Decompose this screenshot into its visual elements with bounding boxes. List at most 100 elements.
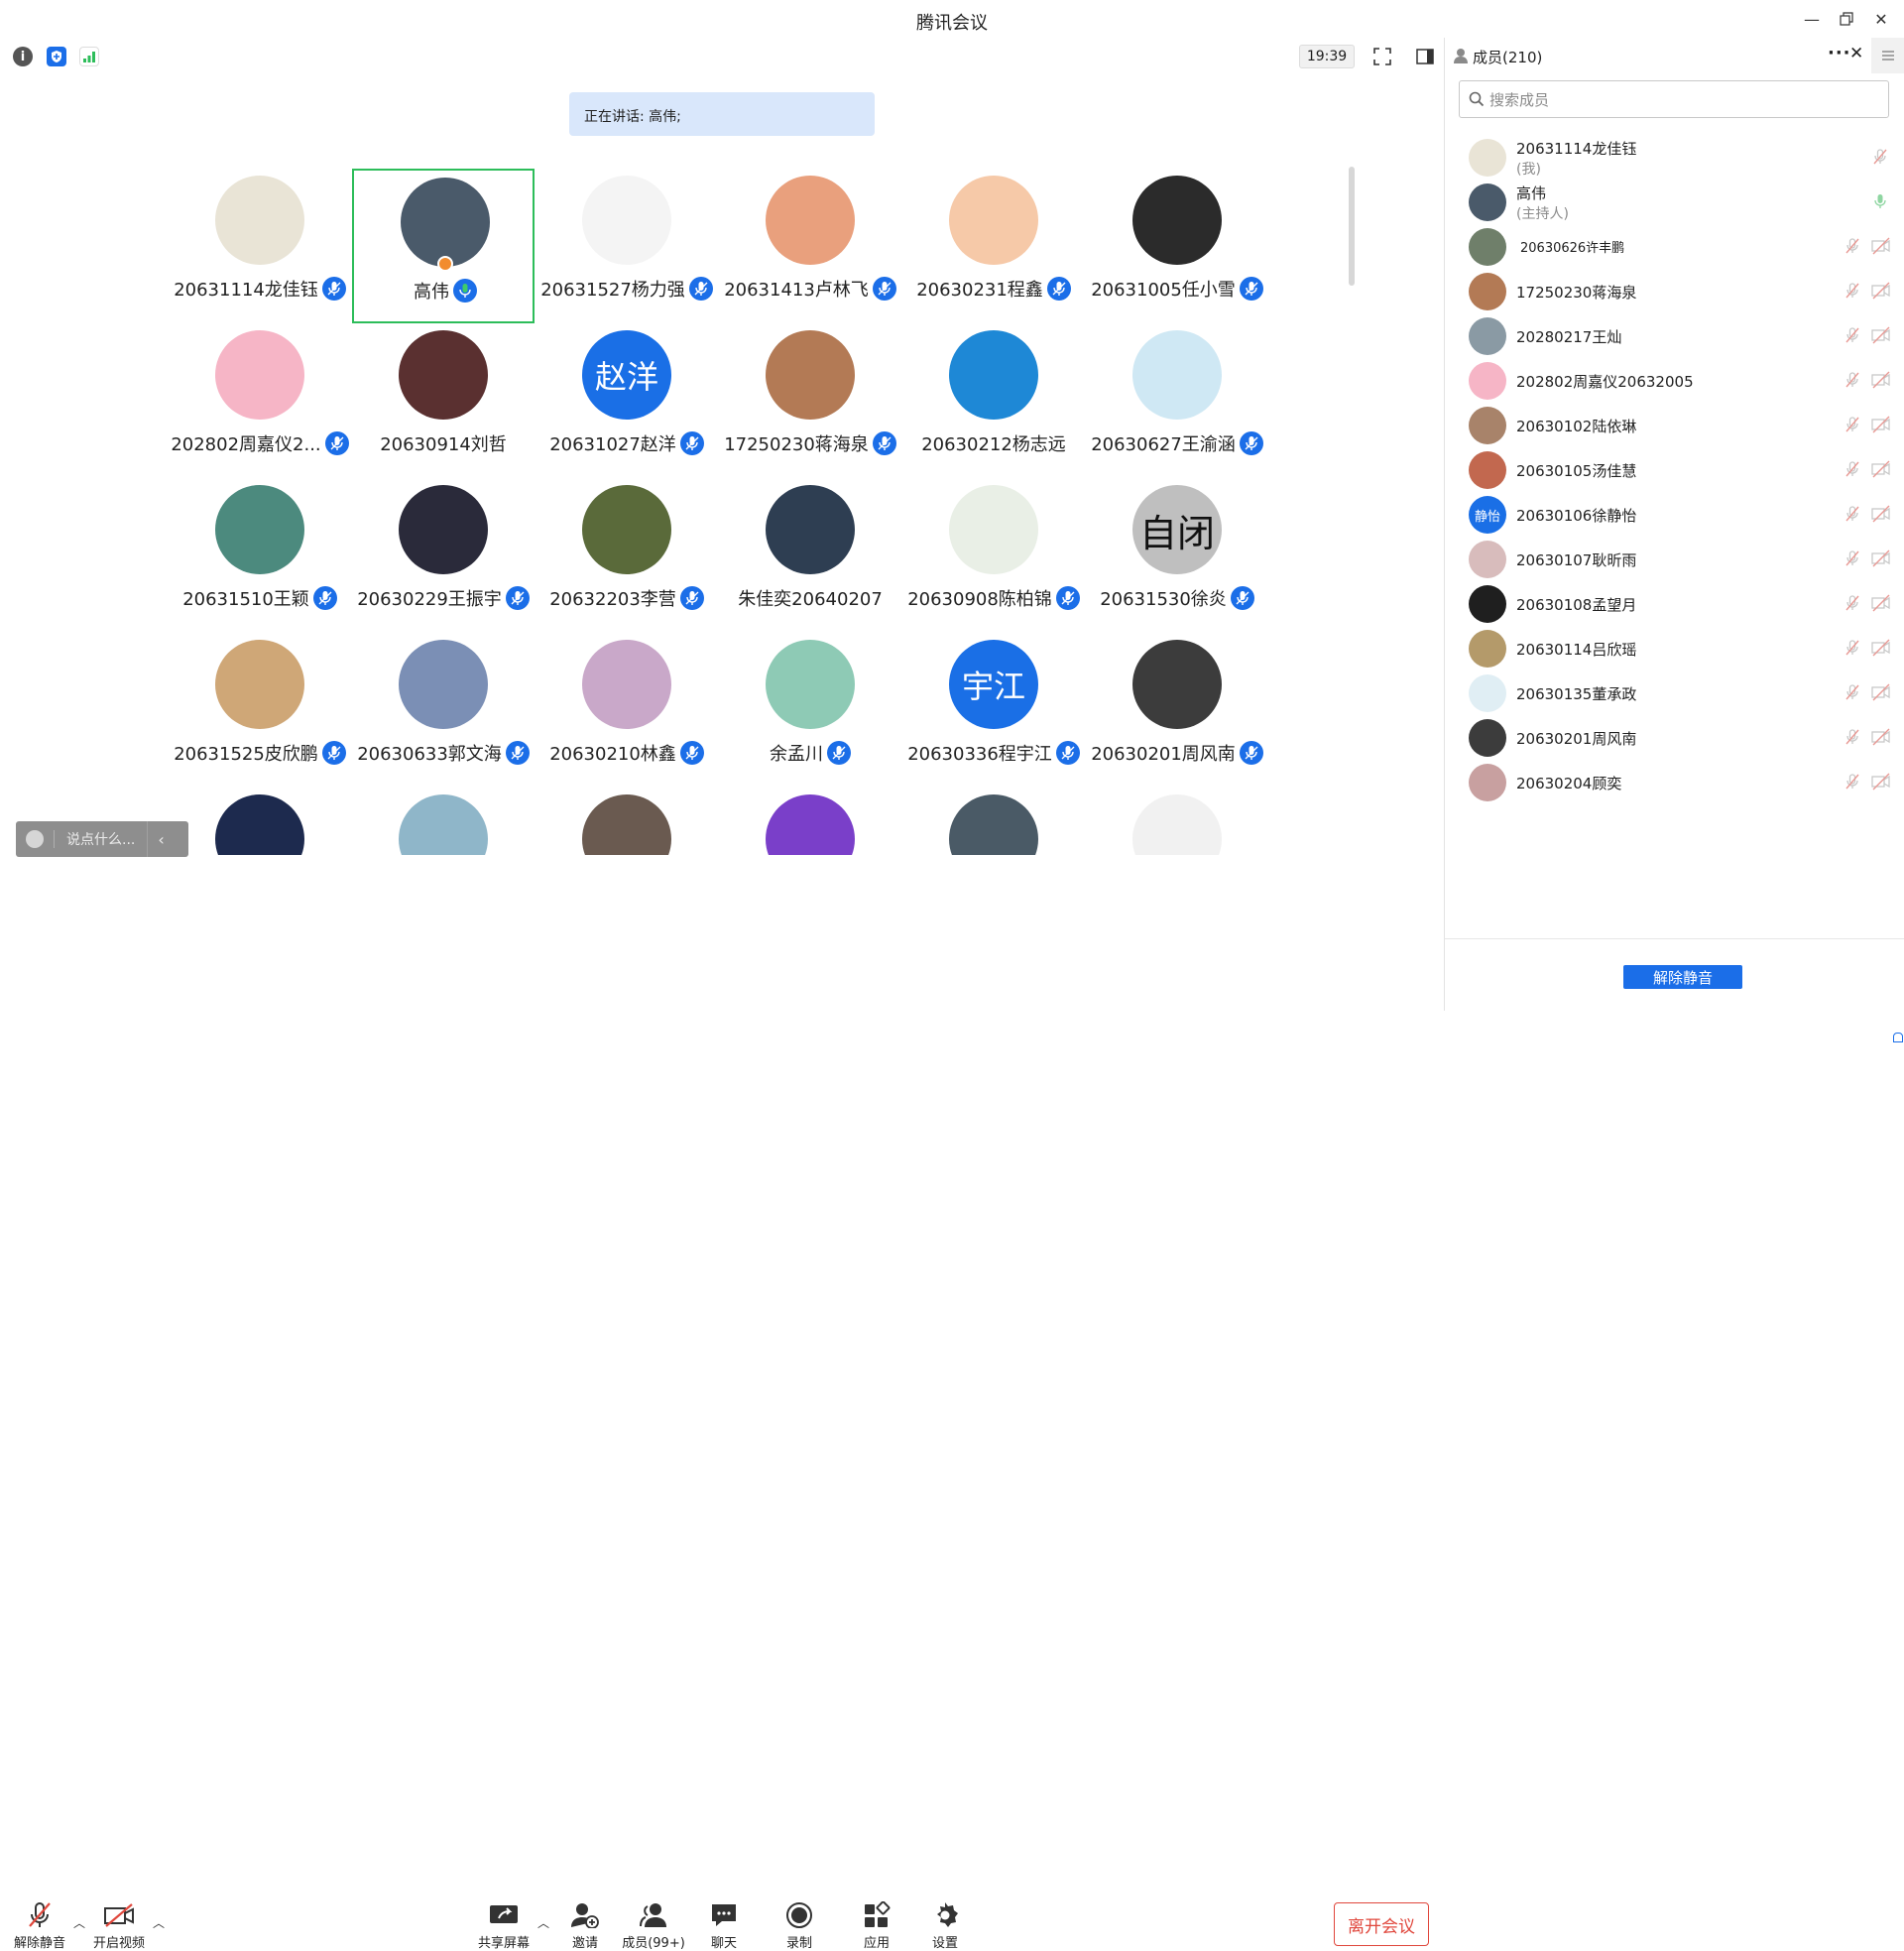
share-options-chevron-icon[interactable]: ︿ bbox=[537, 1914, 549, 1931]
camera-off-icon[interactable] bbox=[1871, 416, 1891, 435]
video-options-chevron-icon[interactable]: ︿ bbox=[153, 1914, 165, 1931]
camera-off-icon[interactable] bbox=[1871, 282, 1891, 302]
participant-name-text: 20631530徐炎 bbox=[1100, 589, 1227, 610]
mic-muted-icon[interactable] bbox=[1844, 594, 1863, 614]
members-button[interactable]: 成员(99+) bbox=[619, 1900, 688, 1951]
participant-tile[interactable]: 20630201周风南 bbox=[1086, 633, 1268, 788]
participant-tile[interactable] bbox=[169, 788, 351, 855]
grid-scrollbar[interactable] bbox=[1349, 167, 1355, 286]
participant-tile[interactable]: 20631005任小雪 bbox=[1086, 169, 1268, 323]
layout-icon[interactable] bbox=[1414, 46, 1436, 67]
camera-off-icon[interactable] bbox=[1871, 237, 1891, 257]
mic-muted-icon[interactable] bbox=[1871, 148, 1891, 168]
participant-tile[interactable]: 20631413卢林飞 bbox=[719, 169, 901, 323]
participant-name-text: 朱佳奕20640207 bbox=[738, 589, 883, 610]
unmute-button[interactable]: 解除静音 bbox=[10, 1900, 69, 1951]
participant-tile[interactable] bbox=[719, 788, 901, 855]
participant-tile[interactable] bbox=[1086, 788, 1268, 855]
close-icon[interactable]: ✕ bbox=[1869, 8, 1893, 30]
member-name: 20630114吕欣瑶 bbox=[1516, 641, 1637, 659]
camera-off-icon[interactable] bbox=[1871, 683, 1891, 703]
participant-tile[interactable]: 20630908陈柏锦 bbox=[902, 478, 1085, 633]
chat-input[interactable]: 说点什么... ‹ bbox=[16, 821, 188, 857]
participant-tile[interactable]: 20631525皮欣鹏 bbox=[169, 633, 351, 788]
camera-off-icon[interactable] bbox=[1871, 505, 1891, 525]
participant-tile[interactable]: 高伟 bbox=[352, 169, 535, 323]
mic-muted-icon[interactable] bbox=[1844, 683, 1863, 703]
mic-muted-icon[interactable] bbox=[1844, 728, 1863, 748]
participant-tile[interactable] bbox=[902, 788, 1085, 855]
participant-tile[interactable]: 202802周嘉仪2... bbox=[169, 323, 351, 478]
fullscreen-icon[interactable] bbox=[1371, 46, 1393, 67]
participant-tile[interactable]: 朱佳奕20640207 bbox=[719, 478, 901, 633]
shield-icon[interactable] bbox=[47, 47, 66, 66]
camera-off-icon[interactable] bbox=[1871, 549, 1891, 569]
participant-tile[interactable]: 20631510王颖 bbox=[169, 478, 351, 633]
mic-muted-icon[interactable] bbox=[1844, 460, 1863, 480]
participant-tile[interactable]: 17250230蒋海泉 bbox=[719, 323, 901, 478]
participant-tile[interactable]: 20630231程鑫 bbox=[902, 169, 1085, 323]
camera-off-icon[interactable] bbox=[1871, 728, 1891, 748]
menu-icon[interactable] bbox=[1871, 38, 1904, 73]
apps-button[interactable]: 应用 bbox=[859, 1900, 894, 1951]
participant-tile[interactable]: 20630210林鑫 bbox=[536, 633, 718, 788]
emoji-icon[interactable] bbox=[26, 830, 44, 848]
camera-off-icon[interactable] bbox=[1871, 371, 1891, 391]
leave-meeting-button[interactable]: 离开会议 bbox=[1334, 1902, 1429, 1946]
member-search-input[interactable]: 搜索成员 bbox=[1459, 80, 1889, 118]
participant-tile[interactable]: 20632203李营 bbox=[536, 478, 718, 633]
members-icon bbox=[619, 1900, 688, 1930]
info-icon[interactable]: i bbox=[13, 47, 33, 66]
participant-tile[interactable]: 20630633郭文海 bbox=[352, 633, 535, 788]
participant-name-text: 202802周嘉仪2... bbox=[171, 434, 321, 455]
unmute-all-button[interactable]: 解除静音 bbox=[1623, 965, 1742, 989]
signal-icon[interactable] bbox=[79, 47, 99, 66]
mic-muted-icon[interactable] bbox=[1844, 773, 1863, 793]
participant-tile[interactable]: 20630914刘哲 bbox=[352, 323, 535, 478]
camera-off-icon[interactable] bbox=[1871, 460, 1891, 480]
start-video-button[interactable]: 开启视频 bbox=[89, 1900, 149, 1951]
bottom-toolbar: 解除静音 ︿ 开启视频 ︿ 共享屏幕 ︿ 邀请 成员(99+) 聊天 录制 应用… bbox=[0, 944, 1442, 1951]
mic-muted-icon[interactable] bbox=[1844, 416, 1863, 435]
participant-tile[interactable] bbox=[352, 788, 535, 855]
mic-on-icon[interactable] bbox=[1871, 192, 1891, 212]
invite-button[interactable]: 邀请 bbox=[565, 1900, 605, 1951]
minimize-icon[interactable]: — bbox=[1800, 8, 1824, 30]
camera-off-icon[interactable] bbox=[1871, 773, 1891, 793]
mic-muted-icon[interactable] bbox=[1844, 282, 1863, 302]
camera-off-icon[interactable] bbox=[1871, 594, 1891, 614]
share-screen-button[interactable]: 共享屏幕 bbox=[474, 1900, 534, 1951]
panel-divider bbox=[1445, 938, 1904, 939]
participant-tile[interactable]: 20631114龙佳钰 bbox=[169, 169, 351, 323]
collapse-chat-icon[interactable]: ‹ bbox=[158, 830, 164, 849]
member-name: 20630105汤佳慧 bbox=[1516, 462, 1637, 480]
settings-button[interactable]: 设置 bbox=[927, 1900, 963, 1951]
member-row[interactable]: 20630204顾奕 bbox=[1445, 755, 1904, 809]
participant-tile[interactable]: 20630229王振宇 bbox=[352, 478, 535, 633]
mic-muted-icon[interactable] bbox=[1844, 371, 1863, 391]
record-button[interactable]: 录制 bbox=[781, 1900, 817, 1951]
participant-tile[interactable]: 赵洋 20631027赵洋 bbox=[536, 323, 718, 478]
participant-tile[interactable] bbox=[536, 788, 718, 855]
close-panel-icon[interactable]: ✕ bbox=[1849, 44, 1863, 63]
restore-icon[interactable] bbox=[1835, 8, 1858, 30]
mic-muted-icon[interactable] bbox=[1844, 326, 1863, 346]
participant-tile[interactable]: 余孟川 bbox=[719, 633, 901, 788]
participant-tile[interactable]: 20630627王渝涵 bbox=[1086, 323, 1268, 478]
participant-tile[interactable]: 20631527杨力强 bbox=[536, 169, 718, 323]
mic-muted-icon[interactable] bbox=[1844, 549, 1863, 569]
mic-muted-icon[interactable] bbox=[1844, 639, 1863, 659]
camera-off-icon[interactable] bbox=[1871, 639, 1891, 659]
participant-tile[interactable]: 20630212杨志远 bbox=[902, 323, 1085, 478]
participant-tile[interactable]: 自闭 20631530徐炎 bbox=[1086, 478, 1268, 633]
chat-button[interactable]: 聊天 bbox=[706, 1900, 742, 1951]
mic-muted-icon bbox=[872, 431, 896, 455]
mic-muted-icon[interactable] bbox=[1844, 505, 1863, 525]
mic-muted-icon[interactable] bbox=[1844, 237, 1863, 257]
mic-muted-icon bbox=[1055, 586, 1080, 610]
audio-options-chevron-icon[interactable]: ︿ bbox=[73, 1914, 85, 1931]
chat-icon bbox=[706, 1900, 742, 1930]
more-options-icon[interactable]: ··· bbox=[1828, 43, 1851, 63]
participant-tile[interactable]: 宇江 20630336程宇江 bbox=[902, 633, 1085, 788]
camera-off-icon[interactable] bbox=[1871, 326, 1891, 346]
